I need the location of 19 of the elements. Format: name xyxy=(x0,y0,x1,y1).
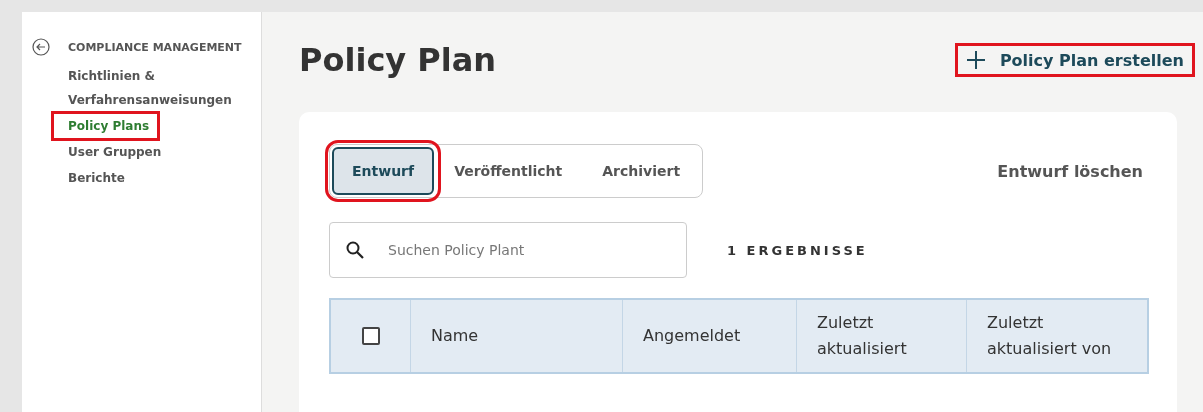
column-header[interactable]: Angemeldet xyxy=(623,300,797,372)
result-count: 1 ERGEBNISSE xyxy=(727,242,868,258)
sidebar-item[interactable]: Berichte xyxy=(68,166,248,190)
select-all-checkbox[interactable] xyxy=(361,327,380,345)
search-icon xyxy=(346,241,364,259)
delete-draft-button[interactable]: Entwurf löschen xyxy=(991,160,1149,182)
column-header[interactable]: Name xyxy=(411,300,623,372)
column-header[interactable]: Zuletzt aktualisiert von xyxy=(967,300,1147,372)
section-title: COMPLIANCE MANAGEMENT xyxy=(68,40,242,54)
sidebar-item[interactable]: User Gruppen xyxy=(68,140,248,164)
plus-icon xyxy=(965,50,986,70)
sidebar-item[interactable]: Richtlinien & Verfahrensanweisungen xyxy=(68,64,248,112)
tab[interactable]: Archiviert xyxy=(582,147,701,195)
sidebar-item[interactable]: Policy Plans xyxy=(54,114,158,138)
column-header[interactable]: Zuletzt aktualisiert xyxy=(797,300,967,372)
create-button[interactable]: Policy Plan erstellen xyxy=(954,43,1195,77)
search-field[interactable]: Suchen Policy Plant xyxy=(329,222,687,278)
page-title: Policy Plan xyxy=(299,41,497,79)
tab[interactable]: Veröffentlicht xyxy=(434,147,583,195)
